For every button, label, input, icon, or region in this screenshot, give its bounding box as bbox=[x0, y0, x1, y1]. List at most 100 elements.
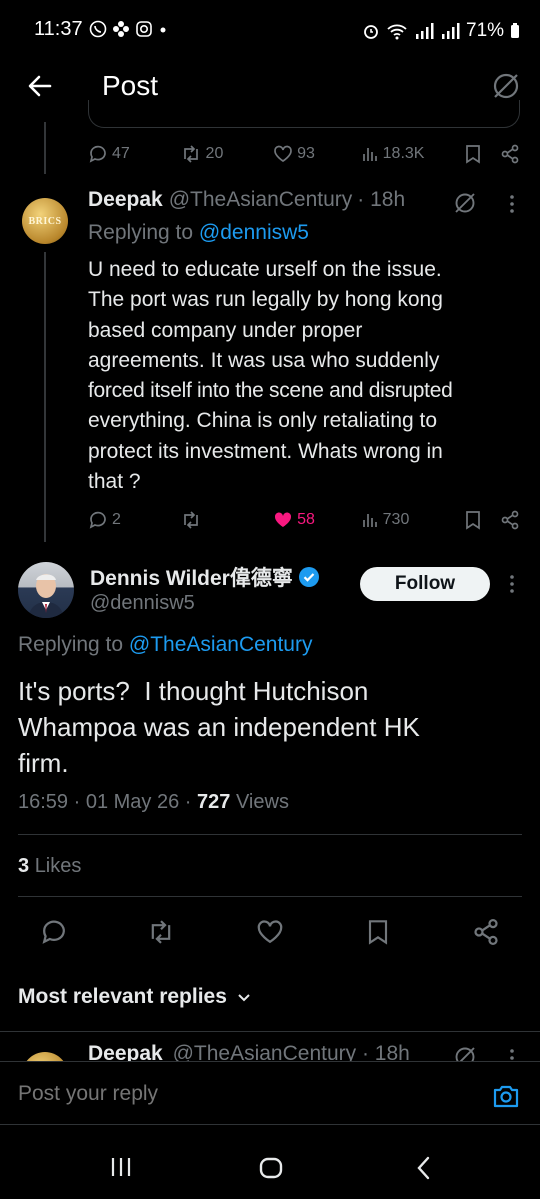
reply-button[interactable]: 47 bbox=[88, 144, 180, 164]
like-button[interactable] bbox=[256, 918, 284, 946]
share-icon bbox=[501, 144, 519, 164]
battery-percent: 71% bbox=[466, 20, 505, 41]
back-nav-button[interactable] bbox=[414, 1156, 434, 1180]
reply-body-line: protect its investment. Whats wrong in bbox=[88, 439, 443, 463]
reply-count: 2 bbox=[112, 511, 121, 528]
likes-label: Likes bbox=[34, 855, 82, 877]
bookmark-button[interactable] bbox=[464, 510, 500, 530]
android-nav-bar bbox=[0, 1130, 540, 1199]
reply-sort-selector[interactable]: Most relevant replies bbox=[18, 985, 253, 1009]
next-reply-handle[interactable]: @TheAsianCentury bbox=[173, 1042, 357, 1062]
post-date: 01 May 26 bbox=[85, 791, 180, 813]
more-vertical-icon bbox=[510, 575, 514, 593]
post-more-button[interactable] bbox=[504, 572, 520, 596]
share-button[interactable] bbox=[500, 510, 520, 530]
like-button[interactable]: 93 bbox=[273, 144, 361, 164]
meta-separator: · bbox=[73, 791, 86, 813]
repost-button[interactable]: 20 bbox=[180, 144, 274, 164]
author-avatar[interactable] bbox=[18, 562, 74, 618]
next-reply-header: Deepak @TheAsianCentury · 18h bbox=[88, 1042, 410, 1062]
reply-icon bbox=[42, 920, 65, 944]
grok-icon bbox=[493, 73, 519, 99]
repost-icon bbox=[151, 920, 171, 944]
share-button[interactable] bbox=[500, 144, 520, 164]
reply-body: U need to educate urself on the issue. T… bbox=[88, 255, 528, 497]
reply-body-line: based company under proper bbox=[88, 318, 363, 342]
recents-icon bbox=[111, 1158, 131, 1176]
follow-button[interactable]: Follow bbox=[360, 567, 490, 601]
author-name[interactable]: Dennis Wilder偉德寧 bbox=[90, 562, 293, 592]
reply-icon bbox=[89, 511, 106, 529]
post-replying-to: Replying to @TheAsianCentury bbox=[18, 633, 312, 657]
repost-icon bbox=[183, 145, 198, 163]
likes-summary[interactable]: 3 Likes bbox=[18, 855, 81, 878]
reply-body-line: forced itself into the scene and disrupt… bbox=[88, 379, 453, 403]
chevron-down-icon bbox=[238, 994, 250, 1002]
reply-input[interactable] bbox=[18, 1078, 458, 1110]
reply-icon bbox=[89, 145, 106, 163]
bookmark-icon bbox=[466, 511, 481, 530]
heart-icon bbox=[257, 920, 283, 944]
grok-button[interactable] bbox=[490, 70, 522, 102]
more-button[interactable] bbox=[504, 1046, 520, 1062]
reply-handle[interactable]: @TheAsianCentury bbox=[169, 188, 353, 212]
reply-button[interactable] bbox=[40, 918, 68, 946]
follow-label: Follow bbox=[394, 573, 456, 594]
repost-button[interactable] bbox=[180, 510, 274, 530]
heart-filled-icon bbox=[275, 512, 292, 527]
replying-to-link[interactable]: @TheAsianCentury bbox=[129, 633, 313, 656]
bookmark-button[interactable] bbox=[366, 918, 390, 946]
views-count: 18.3K bbox=[382, 145, 425, 162]
views-count: 727 bbox=[197, 791, 231, 813]
like-button[interactable]: 58 bbox=[273, 510, 361, 530]
camera-button[interactable] bbox=[492, 1083, 520, 1109]
views-count: 730 bbox=[382, 511, 410, 528]
repost-button[interactable] bbox=[146, 918, 176, 946]
bookmark-button[interactable] bbox=[464, 144, 500, 164]
reply-body-line: The port was run legally by hong kong bbox=[88, 288, 443, 312]
more-vertical-icon bbox=[510, 1049, 514, 1060]
post-body: It's ports? I thought Hutchison Whampoa … bbox=[18, 673, 528, 781]
whatsapp-icon bbox=[89, 20, 107, 38]
thread-line-top bbox=[44, 122, 46, 174]
next-reply-author[interactable]: Deepak bbox=[88, 1042, 163, 1062]
home-icon bbox=[259, 1157, 283, 1179]
post-time: 16:59 bbox=[18, 791, 69, 813]
share-icon bbox=[474, 918, 498, 946]
post-meta: 16:59 · 01 May 26 · 727 Views bbox=[18, 791, 289, 814]
back-chevron-icon bbox=[417, 1156, 430, 1180]
share-button[interactable] bbox=[472, 918, 500, 946]
more-vertical-icon bbox=[510, 195, 514, 213]
next-reply-time: · 18h bbox=[361, 1042, 410, 1062]
reply-time: · 18h bbox=[357, 188, 406, 211]
verified-badge-icon bbox=[298, 567, 319, 587]
instagram-icon bbox=[136, 21, 152, 37]
reply-header: Deepak @TheAsianCentury · 18h bbox=[88, 188, 405, 216]
battery-icon bbox=[511, 23, 520, 38]
views-button[interactable]: 730 bbox=[361, 511, 459, 529]
grok-icon bbox=[455, 1047, 475, 1062]
reply-button[interactable]: 2 bbox=[88, 510, 180, 530]
status-bar: 11:37 71% bbox=[0, 0, 540, 60]
back-button[interactable] bbox=[26, 72, 54, 100]
reply-more-button[interactable] bbox=[504, 192, 520, 216]
replying-to-link[interactable]: @dennisw5 bbox=[199, 221, 309, 244]
replying-prefix: Replying to bbox=[88, 221, 194, 244]
repost-count: 20 bbox=[205, 145, 224, 162]
reply-composer bbox=[0, 1061, 540, 1125]
signal-icon-2 bbox=[442, 23, 460, 39]
reply-author[interactable]: Deepak bbox=[88, 188, 163, 212]
author-handle[interactable]: @dennisw5 bbox=[90, 592, 195, 615]
home-button[interactable] bbox=[259, 1156, 283, 1180]
grok-icon bbox=[455, 193, 475, 213]
status-system-icons: 71% bbox=[362, 20, 520, 42]
grok-explain-button[interactable] bbox=[452, 190, 478, 216]
avatar-text: BRICS bbox=[28, 215, 62, 227]
dot-icon bbox=[160, 27, 166, 33]
grok-explain-button[interactable] bbox=[452, 1044, 478, 1062]
views-button[interactable]: 18.3K bbox=[361, 145, 459, 163]
reply-avatar[interactable]: BRICS bbox=[22, 198, 68, 244]
reply-body-line: that ? bbox=[88, 470, 141, 494]
recent-apps-button[interactable] bbox=[110, 1156, 132, 1178]
alarm-icon bbox=[364, 25, 378, 39]
